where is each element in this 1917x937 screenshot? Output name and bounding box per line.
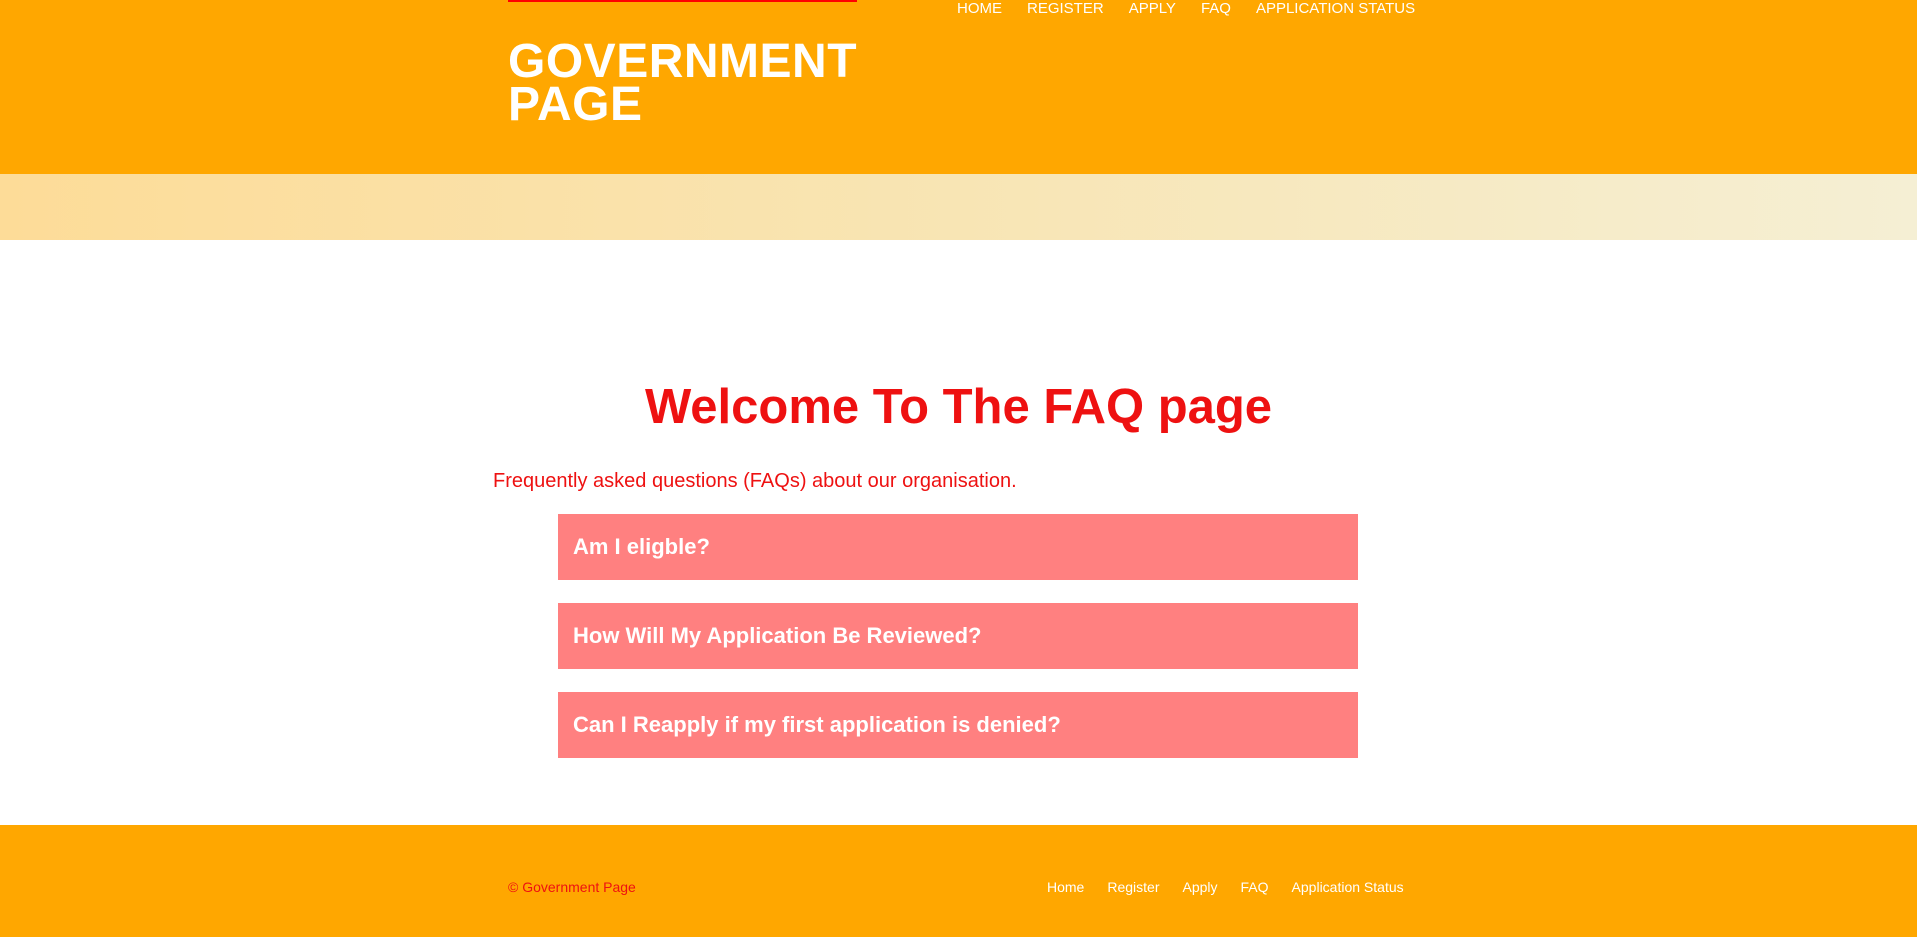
faq-question: How Will My Application Be Reviewed? <box>573 623 982 648</box>
footer-application-status-link[interactable]: Application Status <box>1292 879 1404 895</box>
faq-question: Can I Reapply if my first application is… <box>573 712 1061 737</box>
site-header: GOVERNMENT PAGE HOME REGISTER APPLY FAQ … <box>0 0 1917 174</box>
footer-faq-link[interactable]: FAQ <box>1241 879 1269 895</box>
faq-item-eligible[interactable]: Am I eligble? <box>558 514 1358 580</box>
logo-accent-bar <box>508 0 857 2</box>
faq-question: Am I eligble? <box>573 534 710 559</box>
nav-home-link[interactable]: HOME <box>957 0 1002 18</box>
footer-nav: Home Register Apply FAQ Application Stat… <box>1047 879 1404 895</box>
nav-application-status-link[interactable]: APPLICATION STATUS <box>1256 0 1415 18</box>
footer-home-link[interactable]: Home <box>1047 879 1084 895</box>
nav-apply-link[interactable]: APPLY <box>1129 0 1176 18</box>
hero-banner <box>0 174 1917 240</box>
site-title-line2: PAGE <box>508 78 643 131</box>
footer-copyright: © Government Page <box>508 879 636 895</box>
site-title[interactable]: GOVERNMENT PAGE <box>508 38 857 129</box>
nav-faq-link[interactable]: FAQ <box>1201 0 1231 18</box>
faq-item-reapply[interactable]: Can I Reapply if my first application is… <box>558 692 1358 758</box>
footer-apply-link[interactable]: Apply <box>1183 879 1218 895</box>
faq-intro-text: Frequently asked questions (FAQs) about … <box>493 470 1017 492</box>
faq-item-review[interactable]: How Will My Application Be Reviewed? <box>558 603 1358 669</box>
main-nav: HOME REGISTER APPLY FAQ APPLICATION STAT… <box>957 0 1415 18</box>
site-footer: © Government Page Home Register Apply FA… <box>0 825 1917 937</box>
nav-register-link[interactable]: REGISTER <box>1027 0 1104 18</box>
footer-register-link[interactable]: Register <box>1107 879 1159 895</box>
page-heading: Welcome To The FAQ page <box>644 380 1273 434</box>
